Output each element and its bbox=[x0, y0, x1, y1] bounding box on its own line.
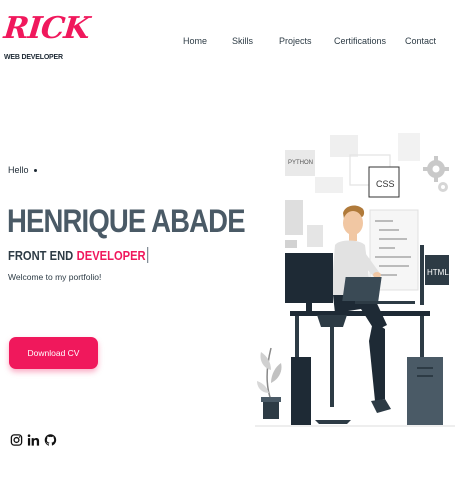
github-icon bbox=[44, 434, 57, 446]
floor bbox=[255, 425, 455, 427]
developer-illustration: PYTHON CSS HTML bbox=[255, 133, 455, 427]
greeting-text: Hello bbox=[8, 165, 29, 175]
python-label: PYTHON bbox=[288, 160, 313, 166]
monitor bbox=[285, 253, 333, 303]
lamp-pole bbox=[420, 245, 424, 305]
html-label: HTML bbox=[427, 268, 449, 277]
logo-mark: RICK bbox=[2, 11, 91, 46]
chair-seat bbox=[317, 315, 347, 327]
logo-subtitle: WEB DEVELOPER bbox=[4, 54, 63, 61]
nav-projects[interactable]: Projects bbox=[279, 36, 312, 46]
nav-certifications[interactable]: Certifications bbox=[334, 36, 386, 46]
portfolio-page: RICK WEB DEVELOPER Home Skills Projects … bbox=[0, 0, 461, 484]
welcome-text: Welcome to my portfolio! bbox=[8, 272, 102, 282]
bg-panel bbox=[307, 225, 323, 247]
nav-skills[interactable]: Skills bbox=[232, 36, 253, 46]
bg-panel bbox=[285, 200, 303, 235]
gear-icon bbox=[423, 156, 449, 182]
instagram-link[interactable] bbox=[10, 433, 23, 447]
greeting: Hello bbox=[8, 165, 37, 175]
role-highlight: DEVELOPER bbox=[76, 247, 146, 263]
hero-name: HENRIQUE ABADE bbox=[7, 203, 246, 239]
bg-panel bbox=[330, 135, 358, 157]
bg-panel bbox=[315, 177, 343, 193]
logo[interactable]: RICK WEB DEVELOPER bbox=[2, 11, 91, 66]
download-cv-button[interactable]: Download CV bbox=[9, 337, 98, 369]
plant bbox=[257, 347, 282, 419]
typing-caret bbox=[147, 247, 149, 263]
nav-contact[interactable]: Contact bbox=[405, 36, 436, 46]
hero-role: FRONT END DEVELOPER bbox=[8, 247, 149, 263]
laptop bbox=[342, 277, 382, 301]
social-links bbox=[10, 433, 57, 447]
css-label: CSS bbox=[376, 179, 395, 189]
greeting-dot bbox=[33, 168, 37, 172]
chair-base bbox=[315, 420, 351, 424]
desk-top bbox=[290, 311, 430, 316]
chair-post bbox=[330, 327, 334, 407]
bg-panel bbox=[285, 240, 297, 248]
nav-home[interactable]: Home bbox=[183, 36, 207, 46]
cpu-tower bbox=[291, 357, 311, 425]
role-prefix: FRONT END bbox=[8, 247, 74, 263]
monitor-stand bbox=[306, 303, 312, 311]
linkedin-icon bbox=[27, 434, 40, 446]
laptop-base bbox=[355, 301, 415, 304]
bg-panel bbox=[398, 133, 420, 161]
instagram-icon bbox=[10, 434, 23, 446]
linkedin-link[interactable] bbox=[27, 433, 40, 447]
gear-icon bbox=[438, 182, 448, 192]
github-link[interactable] bbox=[44, 433, 57, 447]
